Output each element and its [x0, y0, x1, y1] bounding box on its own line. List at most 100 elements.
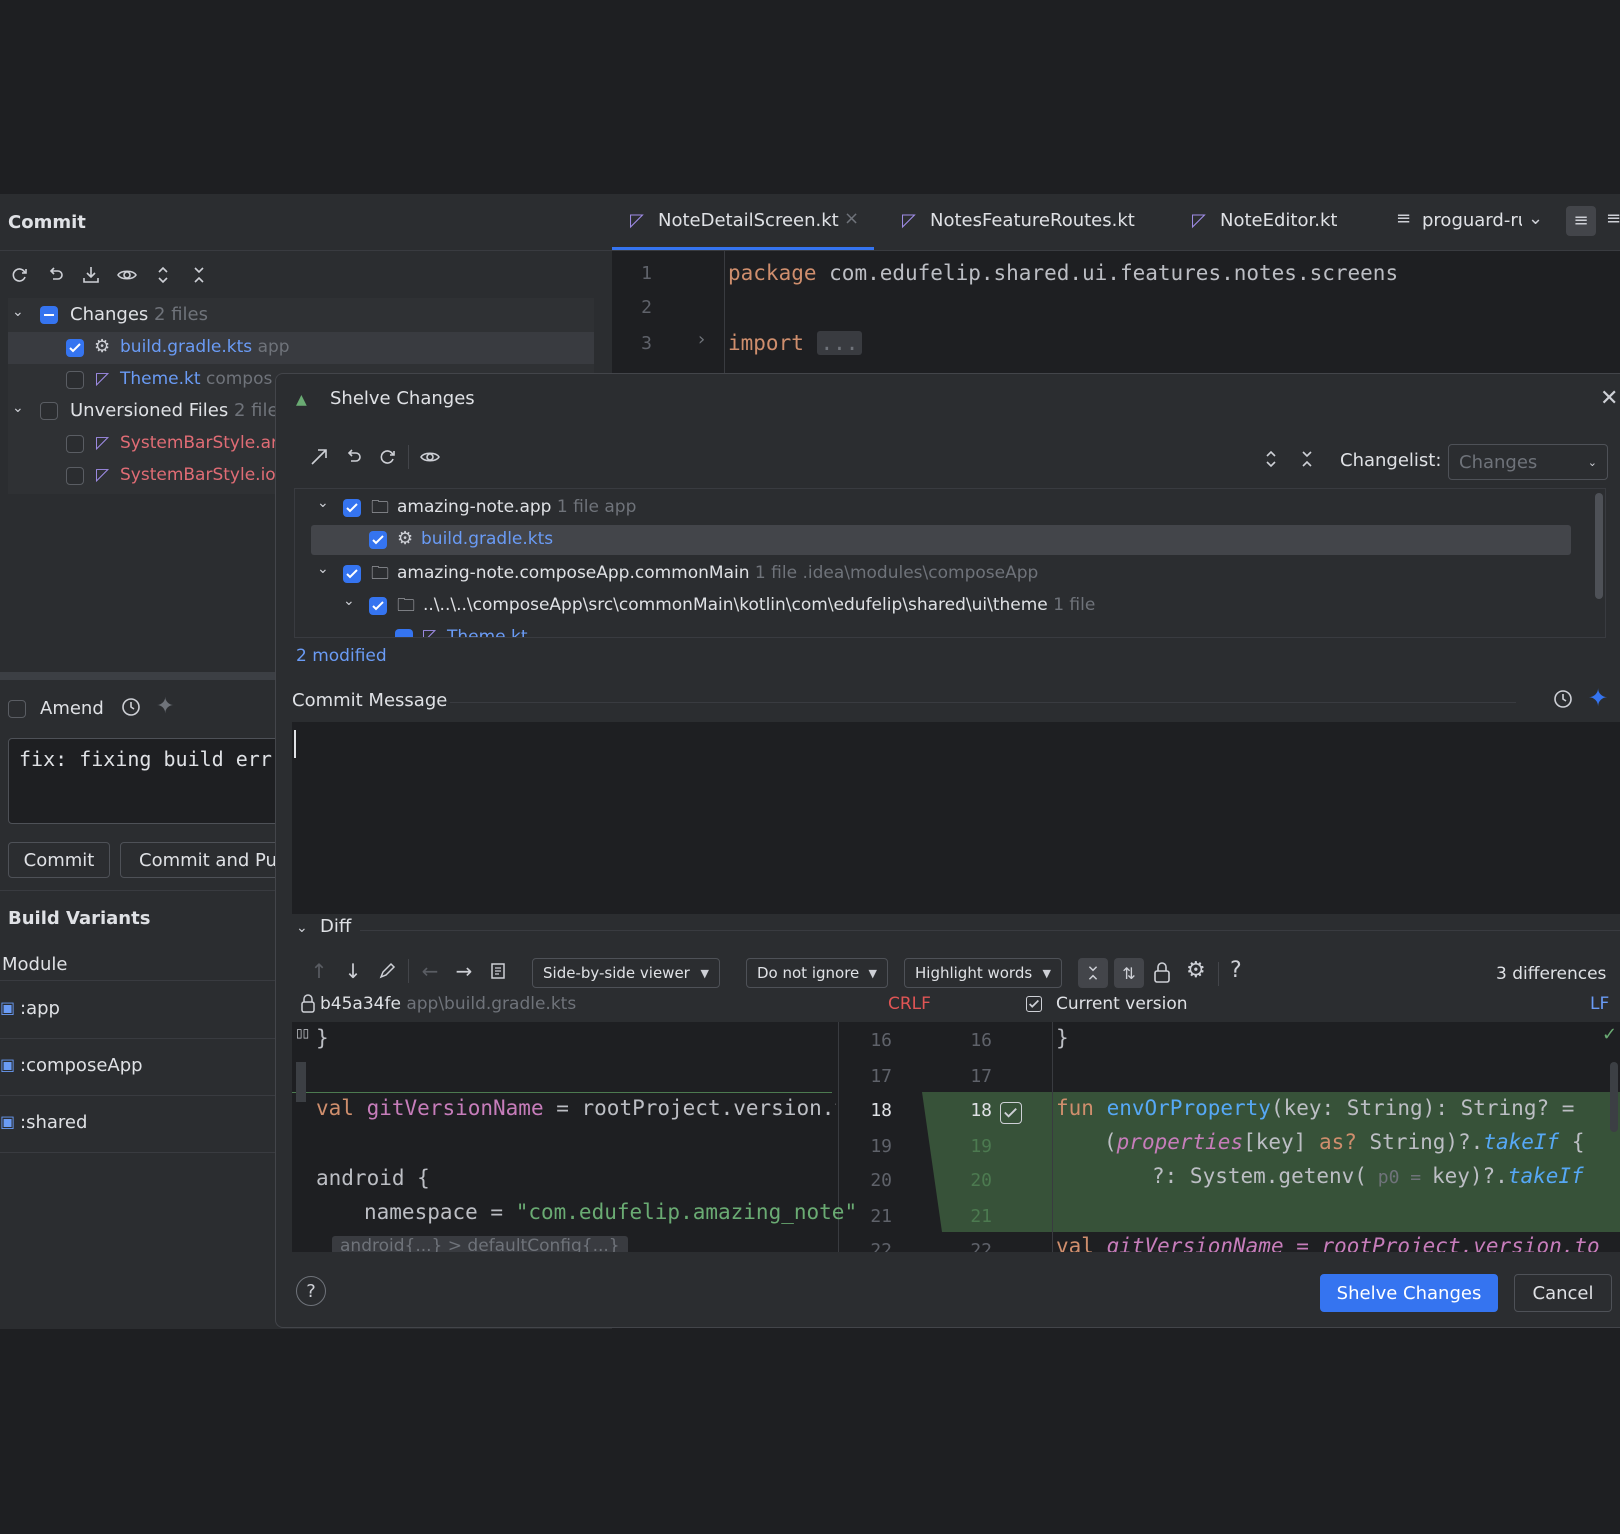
module-icon: ▣: [0, 1112, 16, 1131]
fold-chevron-icon[interactable]: ›: [698, 329, 705, 350]
right-code-line: }: [1056, 1026, 1069, 1050]
scrollbar[interactable]: [1595, 493, 1603, 599]
caret-down-icon: ▼: [868, 966, 877, 980]
sync-scroll-icon[interactable]: ⇅: [1114, 958, 1144, 988]
left-code-line: namespace = "com.edufelip.amazing_note": [364, 1200, 858, 1224]
arrow-down-icon[interactable]: ↓: [340, 958, 366, 984]
clock-icon[interactable]: [120, 696, 142, 718]
ignore-dropdown[interactable]: Do not ignore ▼: [746, 958, 888, 988]
tab-notedetailscreen[interactable]: ◸ NoteDetailScreen.kt ×: [612, 194, 874, 250]
tab-noteeditor[interactable]: ◸ NoteEditor.kt: [1178, 194, 1358, 250]
chevron-down-icon[interactable]: ⌄: [1528, 208, 1543, 229]
rollback-icon[interactable]: [42, 262, 68, 288]
current-version-checkbox[interactable]: [1026, 996, 1042, 1012]
chevron-down-icon[interactable]: ⌄: [12, 304, 24, 320]
diff-viewer[interactable]: ▯▯ 16 17 18 19 20 21 22 16 17 18 19 20 2…: [292, 1022, 1620, 1252]
commit-message-input[interactable]: [292, 722, 1620, 914]
changes-checkbox[interactable]: [40, 306, 58, 324]
tree-row[interactable]: ⚙ build.gradle.kts: [311, 525, 1571, 555]
lock-icon[interactable]: [1150, 960, 1174, 986]
tab-proguard[interactable]: ≡ proguard-ru: [1382, 194, 1522, 250]
unversioned-checkbox[interactable]: [40, 402, 58, 420]
lock-icon: [300, 994, 316, 1014]
module-checkbox[interactable]: [343, 565, 361, 583]
right-code-line: ?: System.getenv( p0 = key)?.takeIf: [1152, 1164, 1584, 1188]
tree-row[interactable]: ⌄ 🗀 amazing-note.composeApp.commonMain 1…: [295, 557, 1585, 589]
help-icon[interactable]: ?: [1230, 958, 1242, 983]
caret-down-icon: ▼: [1042, 966, 1051, 980]
editor-tab-bar: ◸ NoteDetailScreen.kt × ◸ NotesFeatureRo…: [612, 194, 1620, 251]
file-checkbox[interactable]: [66, 371, 84, 389]
arrow-left-icon[interactable]: ←: [417, 958, 443, 984]
android-icon: ▲: [296, 392, 307, 408]
scrollbar[interactable]: [1610, 1062, 1618, 1132]
menu-icon[interactable]: ≡: [1566, 206, 1596, 236]
update-icon[interactable]: [78, 262, 104, 288]
file-icon[interactable]: [485, 958, 511, 984]
eye-icon[interactable]: [417, 444, 443, 470]
list-item[interactable]: ⚙ build.gradle.kts app: [8, 332, 594, 364]
kotlin-file-icon: ◸: [1192, 210, 1206, 231]
refresh-icon[interactable]: [6, 262, 32, 288]
highlight-dropdown[interactable]: Highlight words ▼: [904, 958, 1062, 988]
commit-message-field[interactable]: fix: fixing build err: [8, 738, 308, 824]
viewer-dropdown[interactable]: Side-by-side viewer ▼: [532, 958, 720, 988]
file-checkbox[interactable]: [66, 467, 84, 485]
history-icon[interactable]: [1552, 688, 1574, 710]
arrow-up-icon[interactable]: ↑: [306, 958, 332, 984]
close-tab-icon[interactable]: ×: [844, 208, 859, 229]
expand-all-icon[interactable]: [150, 262, 176, 288]
edit-icon[interactable]: [374, 958, 400, 984]
chevron-down-icon[interactable]: ⌄: [296, 920, 308, 936]
chevron-down-icon[interactable]: ⌄: [317, 561, 329, 577]
kotlin-file-icon: ◸: [630, 210, 644, 231]
code-editor[interactable]: 1 2 3 › package com.edufelip.shared.ui.f…: [612, 251, 1620, 373]
collapse-unchanged-icon[interactable]: [1078, 958, 1108, 988]
close-icon[interactable]: ✕: [1600, 386, 1618, 411]
left-code-line: val gitVersionName = rootProject.version…: [316, 1096, 836, 1120]
folder-checkbox[interactable]: [369, 597, 387, 615]
kotlin-file-icon: ◸: [96, 465, 110, 485]
changelist-dropdown[interactable]: Changes ⌄: [1448, 444, 1608, 480]
build-variants-title: Build Variants: [8, 908, 151, 929]
expand-all-icon[interactable]: [1258, 446, 1284, 472]
collapse-all-icon[interactable]: [1294, 446, 1320, 472]
chevron-down-icon[interactable]: ⌄: [317, 495, 329, 511]
file-checkbox[interactable]: [66, 339, 84, 357]
amend-checkbox[interactable]: [8, 700, 26, 718]
collapse-all-icon[interactable]: [186, 262, 212, 288]
tree-row[interactable]: ⌄ 🗀 ..\..\..\composeApp\src\commonMain\k…: [295, 589, 1585, 621]
file-checkbox[interactable]: [395, 629, 413, 637]
refresh-icon[interactable]: [374, 444, 400, 470]
module-checkbox[interactable]: [343, 499, 361, 517]
chevron-down-icon[interactable]: ⌄: [12, 400, 24, 416]
gear-icon[interactable]: ⚙: [1186, 958, 1206, 983]
move-icon[interactable]: [306, 444, 332, 470]
rollback-icon[interactable]: [340, 444, 366, 470]
split-icon[interactable]: ≡: [1606, 208, 1620, 229]
file-checkbox[interactable]: [369, 531, 387, 549]
chevron-down-icon: ⌄: [1587, 455, 1597, 469]
tree-row[interactable]: ⌄ 🗀 amazing-note.app 1 file app: [295, 491, 1585, 523]
cancel-button[interactable]: Cancel: [1514, 1274, 1612, 1312]
commit-and-push-button[interactable]: Commit and Pus: [120, 842, 300, 878]
eye-icon[interactable]: [114, 262, 140, 288]
ai-sparkle-icon[interactable]: ✦: [1588, 684, 1608, 712]
folder-icon: 🗀: [397, 595, 415, 616]
left-eol: CRLF: [888, 994, 931, 1014]
diff-label: Diff: [320, 916, 352, 937]
chevron-down-icon[interactable]: ⌄: [343, 593, 355, 609]
commit-button[interactable]: Commit: [8, 842, 110, 878]
ai-sparkle-icon[interactable]: ✦: [156, 694, 174, 719]
breadcrumb[interactable]: android{...} > defaultConfig{...}: [332, 1236, 628, 1252]
file-checkbox[interactable]: [66, 435, 84, 453]
left-code-line: android {: [316, 1166, 430, 1190]
tree-row[interactable]: ◸ Theme.kt: [295, 621, 1585, 638]
folder-icon: 🗀: [371, 497, 389, 518]
tab-notesfeatureroutes[interactable]: ◸ NotesFeatureRoutes.kt: [888, 194, 1158, 250]
apply-change-checkbox[interactable]: [1000, 1102, 1022, 1124]
kotlin-file-icon: ◸: [423, 626, 437, 638]
arrow-right-icon[interactable]: →: [451, 958, 477, 984]
help-button[interactable]: ?: [296, 1276, 326, 1306]
shelve-changes-button[interactable]: Shelve Changes: [1320, 1274, 1498, 1312]
